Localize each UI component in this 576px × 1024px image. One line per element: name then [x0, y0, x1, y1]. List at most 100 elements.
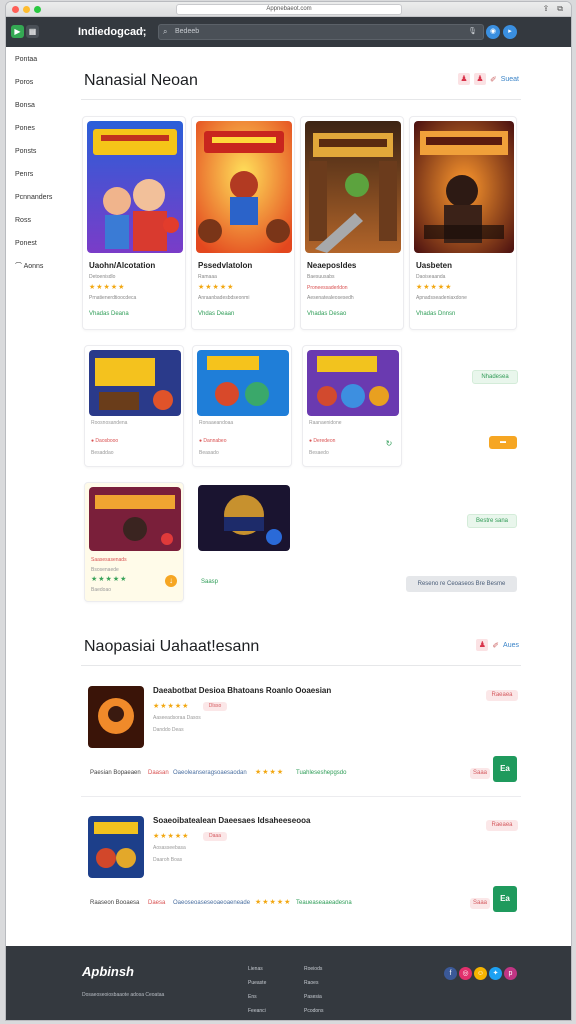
- app-logo[interactable]: ▶ ▦: [11, 25, 39, 38]
- game-price[interactable]: Vhadas Desao: [307, 311, 346, 317]
- tabs-icon[interactable]: ⧉: [557, 5, 563, 13]
- view-more-button[interactable]: Bestre sana: [467, 514, 517, 528]
- game-price[interactable]: Saasp: [201, 579, 218, 585]
- sidebar-item[interactable]: ⌒ Aonns: [6, 255, 68, 278]
- game-card[interactable]: Uaohn/Alcotation Detoenisdlo ★★★★★ Prnat…: [82, 116, 186, 330]
- chevron-down-icon[interactable]: ▾: [140, 27, 144, 35]
- footer-link[interactable]: Feeanci: [248, 1004, 266, 1018]
- trophy-icon[interactable]: ♟: [458, 73, 470, 85]
- sidebar-item[interactable]: Penrs: [6, 163, 68, 186]
- sidebar-item[interactable]: Ross: [6, 209, 68, 232]
- microphone-icon[interactable]: 🎙︎: [468, 25, 477, 39]
- refresh-icon[interactable]: ↻: [383, 438, 395, 450]
- sidebar-item[interactable]: Ponest: [6, 232, 68, 255]
- game-card[interactable]: Saasesasenads Bsosenaede ★★★★★ Baedoao ↓: [84, 482, 184, 602]
- game-title[interactable]: Neaeposldes: [307, 261, 356, 270]
- close-window-button[interactable]: [12, 6, 19, 13]
- install-button[interactable]: Ea: [493, 756, 517, 782]
- footer-link[interactable]: Pueaste: [248, 976, 266, 990]
- game-meta: Beasado: [199, 450, 219, 456]
- footer-link[interactable]: Pcodons: [304, 1004, 323, 1018]
- trophy-icon[interactable]: ♟: [476, 639, 489, 651]
- game-card[interactable]: Ronaaeandoaa ● Dannabeo Beasado: [192, 345, 292, 467]
- see-all-link[interactable]: Aues: [503, 642, 519, 649]
- zoom-window-button[interactable]: [34, 6, 41, 13]
- section-header: Nanasial Neoan ♟ ♟ ✐ Sueat: [81, 48, 521, 100]
- game-art: [196, 121, 292, 253]
- tag-button[interactable]: Raeaea: [486, 820, 518, 831]
- address-bar[interactable]: Appnebaeot.com: [176, 4, 402, 15]
- footer-link[interactable]: Roeiods: [304, 962, 323, 976]
- game-meta: ● Dannabeo: [199, 438, 227, 444]
- search-input[interactable]: ⌕ Bedeeb 🎙︎: [158, 24, 484, 40]
- notifications-button[interactable]: ◉: [486, 25, 500, 39]
- game-price[interactable]: Vhadas Deana: [89, 311, 129, 317]
- footer-link[interactable]: Pasesia: [304, 990, 323, 1004]
- view-more-button[interactable]: Nhadesea: [472, 370, 518, 384]
- sidebar-item[interactable]: Bonsa: [6, 94, 68, 117]
- game-meta: Aesenatealeosesedh: [307, 295, 354, 301]
- footer-link[interactable]: Ens: [248, 990, 266, 1004]
- app-title[interactable]: Indiedogcad;: [78, 26, 146, 38]
- instagram-icon[interactable]: ◎: [459, 967, 472, 980]
- minimize-window-button[interactable]: [23, 6, 30, 13]
- headphones-icon: ⌒: [15, 263, 24, 270]
- game-card[interactable]: Raanaenidone ● Deredeon Besaedo ↻: [302, 345, 402, 467]
- game-art: [414, 121, 514, 253]
- list-item-title[interactable]: Daeabotbat Desioa Bhatoans Roanlo Ooaesi…: [153, 686, 331, 695]
- pinterest-icon[interactable]: p: [504, 967, 517, 980]
- category-tag[interactable]: Dlsso: [203, 702, 227, 711]
- small-pill[interactable]: Saaa: [470, 768, 490, 779]
- category-tag[interactable]: Daaa: [203, 832, 227, 841]
- game-icon[interactable]: [88, 686, 144, 748]
- download-icon[interactable]: ↓: [165, 575, 177, 587]
- twitter-icon[interactable]: ✦: [489, 967, 502, 980]
- footer-link[interactable]: Lienas: [248, 962, 266, 976]
- trophy-icon[interactable]: ♟: [474, 73, 486, 85]
- list-item-meta: Aaseeadsoraa Dasos: [153, 715, 201, 721]
- game-title[interactable]: Uaohn/Alcotation: [89, 261, 155, 270]
- sidebar-item[interactable]: Ponsts: [6, 140, 68, 163]
- game-card[interactable]: Pssedvlatolon Ramaaa ★★★★★ Anraanbadesbd…: [191, 116, 295, 330]
- sidebar-item[interactable]: Poros: [6, 71, 68, 94]
- game-art-image: [198, 485, 290, 551]
- game-price[interactable]: Vhadas Dnnsn: [416, 311, 455, 317]
- section-title: Nanasial Neoan: [84, 72, 198, 89]
- account-button[interactable]: ▸: [503, 25, 517, 39]
- facebook-icon[interactable]: f: [444, 967, 457, 980]
- game-art[interactable]: [198, 485, 290, 551]
- list-item-title[interactable]: Soaeoibatealean Daeesaes Idsaheeseooa: [153, 816, 310, 825]
- game-price[interactable]: Vhdas Deaan: [198, 311, 234, 317]
- share-icon[interactable]: ⇪: [543, 5, 550, 13]
- browser-toolbar-icons: ⇪ ⧉: [543, 5, 563, 13]
- game-art: [89, 487, 181, 551]
- pin-icon[interactable]: ✐: [492, 641, 499, 650]
- sidebar-item[interactable]: Pones: [6, 117, 68, 140]
- game-card[interactable]: Neaeposldes Baesuusabs Proneessaderldon …: [300, 116, 404, 330]
- orange-action-button[interactable]: ▬: [489, 436, 517, 449]
- tag-button[interactable]: Raeaea: [486, 690, 518, 701]
- game-title[interactable]: Pssedvlatolon: [198, 261, 252, 270]
- game-art-image: [196, 121, 292, 253]
- game-icon[interactable]: [88, 816, 144, 878]
- game-art-image: [307, 350, 399, 416]
- install-button[interactable]: Ea: [493, 886, 517, 912]
- pin-icon[interactable]: ✐: [490, 75, 497, 84]
- see-all-link[interactable]: Sueat: [501, 76, 519, 83]
- snapchat-icon[interactable]: ☺: [474, 967, 487, 980]
- load-more-button[interactable]: Reseno re Ceoaseos Bre Besme: [406, 576, 517, 592]
- sidebar-item[interactable]: Pcnnanders: [6, 186, 68, 209]
- footer-links: Roeiods Raoes Pasesia Pcodons: [304, 962, 323, 1018]
- game-meta: Raanaenidone: [309, 420, 342, 426]
- browser-titlebar: Appnebaeot.com ⇪ ⧉: [6, 2, 571, 17]
- sidebar-item[interactable]: Pontaa: [6, 48, 68, 71]
- small-pill[interactable]: Saaa: [470, 898, 490, 909]
- game-card[interactable]: Roosnosandena ● Daosbooo Besaddao: [84, 345, 184, 467]
- game-meta: Apnadsseadeniaxdone: [416, 295, 467, 301]
- footer-link[interactable]: Raoes: [304, 976, 323, 990]
- footer-logo[interactable]: Apbinsh: [82, 964, 134, 979]
- rating-stars: ★★★★★: [416, 284, 453, 291]
- game-title[interactable]: Uasbeten: [416, 261, 452, 270]
- game-card[interactable]: Uasbeten Daoiseaanda ★★★★★ Apnadsseadeni…: [409, 116, 517, 330]
- list-item-footer: Raaseon Booaesa: [90, 900, 140, 906]
